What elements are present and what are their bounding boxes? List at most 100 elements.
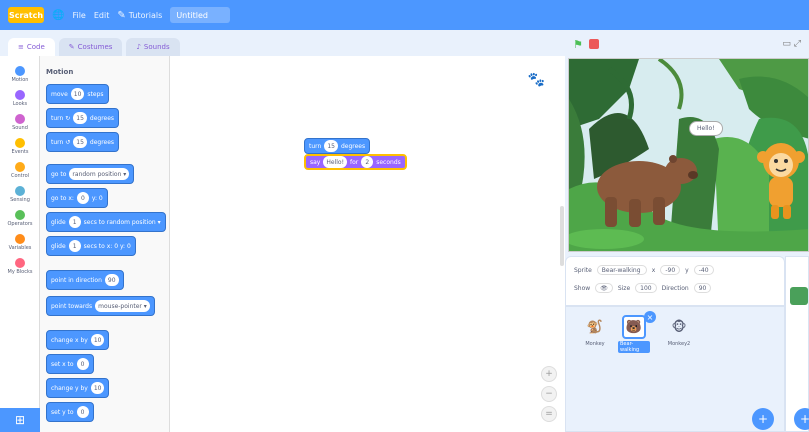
- trash-icon: ×: [646, 312, 654, 322]
- stop-icon[interactable]: [588, 39, 599, 49]
- category-dot: [15, 66, 25, 76]
- size-label: Size: [617, 284, 631, 292]
- block-go-to-random[interactable]: go to random position ▾: [46, 164, 135, 184]
- tab-sounds[interactable]: ♪ Sounds: [126, 38, 180, 56]
- block-turn-right[interactable]: turn ↻ 15 degrees: [46, 108, 120, 128]
- tutorials-icon: ✎: [117, 9, 126, 21]
- zoom-reset-icon: =: [545, 409, 553, 419]
- delete-sprite-button[interactable]: ×: [644, 311, 656, 323]
- y-field[interactable]: -40: [693, 265, 714, 275]
- block-glide-random[interactable]: glide 1 secs to random position ▾: [46, 212, 166, 232]
- category-sound[interactable]: Sound: [0, 114, 40, 131]
- sprite-label: Sprite: [574, 266, 592, 274]
- green-flag-icon[interactable]: ⚑: [573, 38, 583, 51]
- category-motion[interactable]: Motion: [0, 66, 40, 83]
- stage-header: ⚑ ▭ ⤢: [565, 30, 809, 58]
- direction-field[interactable]: 90: [693, 283, 712, 293]
- sprite-list: 🐒 Monkey 🐻 Bear-walking × 🐵 Monkey2: [565, 306, 785, 432]
- sound-icon: ♪: [136, 43, 141, 51]
- menu-tutorials[interactable]: ✎ Tutorials: [117, 10, 162, 21]
- tab-code[interactable]: ≡ Code: [8, 38, 55, 56]
- menu-edit[interactable]: Edit: [94, 11, 110, 20]
- zoom-reset-button[interactable]: =: [541, 406, 557, 422]
- block-go-to-xy[interactable]: go to x: 0 y: 0: [46, 188, 108, 208]
- category-dot: [15, 162, 25, 172]
- scratch-logo[interactable]: Scratch: [8, 7, 44, 23]
- x-field[interactable]: -90: [660, 265, 681, 275]
- category-operators[interactable]: Operators: [0, 210, 40, 227]
- block-turn-left[interactable]: turn ↺ 15 degrees: [46, 132, 120, 152]
- editor-tabs: ≡ Code ✎ Costumes ♪ Sounds: [0, 38, 180, 56]
- scripts-area[interactable]: 🐾 turn 15 degrees say Hello! for 2 secon…: [170, 56, 565, 432]
- stage-backdrop: [569, 59, 808, 251]
- add-backdrop-button[interactable]: +: [794, 408, 809, 430]
- category-control[interactable]: Control: [0, 162, 40, 179]
- stage[interactable]: Hello!: [568, 58, 809, 252]
- zoom-in-button[interactable]: +: [541, 366, 557, 382]
- code-icon: ≡: [18, 43, 24, 51]
- category-variables[interactable]: Variables: [0, 234, 40, 251]
- globe-icon: 🌐: [52, 9, 65, 21]
- block-point-direction[interactable]: point in direction 90: [46, 270, 124, 290]
- category-menu: Motion Looks Sound Events Control Sensin…: [0, 56, 40, 408]
- monkey2-thumb-icon: 🐵: [671, 319, 687, 335]
- size-field[interactable]: 100: [635, 283, 657, 293]
- cat-plus-icon: +: [757, 412, 769, 426]
- sprite-info-pane: Sprite Bear-walking x -90 y -40 Show 👁 S…: [565, 256, 785, 306]
- direction-label: Direction: [661, 284, 689, 292]
- menu-file[interactable]: File: [72, 11, 85, 20]
- palette-heading: Motion: [46, 68, 74, 76]
- zoom-out-button[interactable]: −: [541, 386, 557, 402]
- image-plus-icon: +: [799, 412, 809, 426]
- category-my-blocks[interactable]: My Blocks: [0, 258, 40, 275]
- category-dot: [15, 210, 25, 220]
- stage-thumbnail[interactable]: [790, 287, 808, 305]
- block-glide-xy[interactable]: glide 1 secs to x: 0 y: 0: [46, 236, 136, 256]
- block-change-x[interactable]: change x by 10: [46, 330, 110, 350]
- category-dot: [15, 234, 25, 244]
- category-sensing[interactable]: Sensing: [0, 186, 40, 203]
- menu-language[interactable]: 🌐: [52, 10, 64, 21]
- category-dot: [15, 258, 25, 268]
- block-palette: Motion move 10 steps turn ↻ 15 degrees t…: [40, 56, 170, 432]
- sprite-tile-monkey[interactable]: 🐒 Monkey: [582, 315, 608, 355]
- menubar: Scratch 🌐 File Edit ✎ Tutorials Untitled: [0, 0, 809, 30]
- stage-size-toggle[interactable]: ▭ ⤢: [782, 39, 801, 49]
- category-dot: [15, 138, 25, 148]
- add-sprite-button[interactable]: +: [752, 408, 774, 430]
- sprite-watermark-icon: 🐾: [527, 72, 545, 88]
- project-title-input[interactable]: Untitled: [170, 7, 231, 23]
- category-events[interactable]: Events: [0, 138, 40, 155]
- show-visible-toggle[interactable]: 👁: [595, 283, 613, 293]
- zoom-out-icon: −: [545, 389, 553, 399]
- tab-costumes[interactable]: ✎ Costumes: [58, 38, 123, 56]
- speech-bubble: Hello!: [689, 121, 723, 136]
- script-say-block[interactable]: say Hello! for 2 seconds: [304, 154, 407, 170]
- block-point-towards[interactable]: point towards mouse-pointer ▾: [46, 296, 155, 316]
- script-turn-block[interactable]: turn 15 degrees: [304, 138, 371, 154]
- category-looks[interactable]: Looks: [0, 90, 40, 107]
- extension-icon: ⊞: [14, 413, 26, 427]
- block-set-y[interactable]: set y to 0: [46, 402, 94, 422]
- sprite-name-field[interactable]: Bear-walking: [596, 265, 647, 275]
- y-label: y: [685, 266, 689, 274]
- sprite-info-row-1: Sprite Bear-walking x -90 y -40: [574, 265, 776, 275]
- monkey-thumb-icon: 🐒: [586, 319, 604, 335]
- category-dot: [15, 114, 25, 124]
- zoom-in-icon: +: [545, 369, 553, 379]
- eye-icon: 👁: [600, 284, 608, 292]
- stage-target-pane[interactable]: [785, 256, 809, 432]
- x-label: x: [651, 266, 656, 274]
- scripts-scrollbar[interactable]: [560, 206, 564, 266]
- sprite-tile-monkey2[interactable]: 🐵 Monkey2: [666, 315, 692, 355]
- block-set-x[interactable]: set x to 0: [46, 354, 94, 374]
- bear-thumb-icon: 🐻: [622, 315, 646, 339]
- show-label: Show: [574, 284, 591, 292]
- block-move-steps[interactable]: move 10 steps: [46, 84, 109, 104]
- costume-icon: ✎: [68, 43, 75, 51]
- sprite-info-row-2: Show 👁 Size 100 Direction 90: [574, 283, 776, 293]
- block-change-y[interactable]: change y by 10: [46, 378, 110, 398]
- add-extension-button[interactable]: ⊞: [0, 408, 40, 432]
- category-dot: [15, 186, 25, 196]
- category-dot: [15, 90, 25, 100]
